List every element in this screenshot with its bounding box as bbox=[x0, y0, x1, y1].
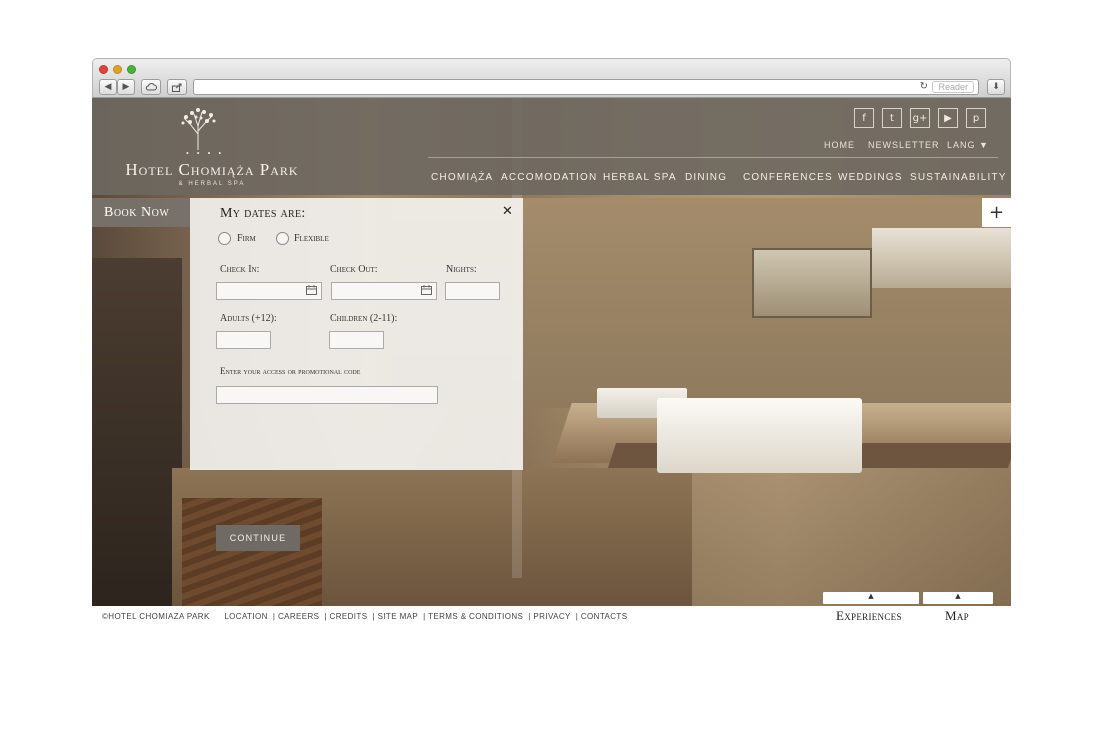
hero-mirror bbox=[752, 248, 872, 318]
page-viewport: • • • • Hotel Chomiąża Park & HERBAL SPA… bbox=[92, 98, 1011, 606]
nights-label: Nights: bbox=[446, 264, 477, 275]
back-button[interactable]: ◀ bbox=[99, 79, 117, 95]
logo-name[interactable]: Hotel Chomiąża Park bbox=[112, 160, 312, 180]
hero-window bbox=[872, 228, 1011, 288]
expand-plus-button[interactable]: + bbox=[982, 198, 1011, 227]
hero-sink-right bbox=[657, 398, 862, 473]
experiences-tab[interactable]: Experiences bbox=[836, 608, 902, 624]
facebook-icon[interactable]: f bbox=[854, 108, 874, 128]
nights-field[interactable] bbox=[445, 282, 500, 300]
map-tab-handle[interactable]: ▲ bbox=[923, 592, 993, 604]
forward-button[interactable]: ▶ bbox=[117, 79, 135, 95]
browser-toolbar: ◀ ▶ ↻ Reader ⬇ bbox=[92, 58, 1011, 98]
footer-link-terms[interactable]: TERMS & CONDITIONS bbox=[428, 612, 523, 621]
radio-flexible[interactable] bbox=[276, 232, 289, 245]
cloud-icon[interactable] bbox=[141, 79, 161, 95]
check-out-label: Check Out: bbox=[330, 264, 378, 275]
logo-dots: • • • • bbox=[186, 149, 225, 158]
promo-label: Enter your access or promotional code bbox=[220, 366, 361, 376]
site-footer: ©HOTEL CHOMIAZA PARK LOCATION | CAREERS | … bbox=[102, 612, 628, 621]
nav-chomiaza[interactable]: CHOMIĄŻA bbox=[431, 172, 493, 183]
close-icon[interactable]: ✕ bbox=[502, 204, 513, 219]
minimize-window-button[interactable] bbox=[113, 65, 122, 74]
footer-copyright: ©HOTEL CHOMIAZA PARK bbox=[102, 612, 210, 621]
book-now-tab[interactable]: Book Now bbox=[92, 198, 190, 227]
calendar-icon[interactable] bbox=[421, 285, 432, 298]
youtube-icon[interactable]: ▶ bbox=[938, 108, 958, 128]
tree-logo-icon bbox=[181, 108, 216, 150]
check-in-field[interactable] bbox=[216, 282, 322, 300]
util-link-home[interactable]: HOME bbox=[824, 140, 855, 150]
hero-wood-floor bbox=[182, 498, 322, 606]
experiences-tab-handle[interactable]: ▲ bbox=[823, 592, 919, 604]
nav-weddings[interactable]: WEDDINGS bbox=[838, 172, 903, 183]
logo-subtitle: & HERBAL SPA bbox=[178, 181, 246, 187]
map-tab[interactable]: Map bbox=[945, 608, 969, 624]
promo-code-field[interactable] bbox=[216, 386, 438, 404]
check-out-field[interactable] bbox=[331, 282, 437, 300]
reload-icon[interactable]: ↻ bbox=[920, 81, 928, 92]
browser-window: ◀ ▶ ↻ Reader ⬇ • • • • Hotel Chomiąża Pa… bbox=[92, 58, 1011, 606]
adults-label: Adults (+12): bbox=[220, 313, 277, 324]
address-bar[interactable]: ↻ Reader bbox=[193, 79, 979, 95]
footer-link-location[interactable]: LOCATION bbox=[224, 612, 268, 621]
footer-link-privacy[interactable]: PRIVACY bbox=[533, 612, 570, 621]
footer-link-sitemap[interactable]: SITE MAP bbox=[378, 612, 419, 621]
nav-conferences[interactable]: CONFERENCES bbox=[743, 172, 833, 183]
calendar-icon[interactable] bbox=[306, 285, 317, 298]
check-in-label: Check In: bbox=[220, 264, 260, 275]
radio-flexible-label: Flexible bbox=[294, 233, 329, 244]
footer-link-credits[interactable]: CREDITS bbox=[330, 612, 368, 621]
booking-panel: My dates are: ✕ Firm Flexible Check In: … bbox=[190, 198, 523, 551]
chevron-up-icon: ▲ bbox=[955, 592, 961, 600]
footer-link-careers[interactable]: CAREERS bbox=[278, 612, 319, 621]
radio-firm[interactable] bbox=[218, 232, 231, 245]
nav-herbal-spa[interactable]: HERBAL SPA bbox=[603, 172, 677, 183]
screenshot-stage: ◀ ▶ ↻ Reader ⬇ • • • • Hotel Chomiąża Pa… bbox=[0, 0, 1100, 730]
nav-sustainability[interactable]: SUSTAINABILITY bbox=[910, 172, 1007, 183]
footer-link-contacts[interactable]: CONTACTS bbox=[581, 612, 628, 621]
twitter-icon[interactable]: t bbox=[882, 108, 902, 128]
google-plus-icon[interactable]: g+ bbox=[910, 108, 930, 128]
util-link-newsletter[interactable]: NEWSLETTER bbox=[868, 140, 940, 150]
nav-dining[interactable]: DINING bbox=[685, 172, 727, 183]
continue-button[interactable]: CONTINUE bbox=[216, 525, 300, 551]
close-window-button[interactable] bbox=[99, 65, 108, 74]
share-icon[interactable] bbox=[167, 79, 187, 95]
zoom-window-button[interactable] bbox=[127, 65, 136, 74]
header-divider bbox=[428, 157, 998, 158]
nav-accomodation[interactable]: ACCOMODATION bbox=[501, 172, 597, 183]
download-icon[interactable]: ⬇ bbox=[987, 79, 1005, 95]
adults-field[interactable] bbox=[216, 331, 271, 349]
children-label: Children (2-11): bbox=[330, 313, 398, 324]
hero-shelf bbox=[92, 258, 182, 606]
radio-firm-label: Firm bbox=[237, 233, 256, 244]
booking-title: My dates are: bbox=[220, 206, 306, 221]
lang-dropdown[interactable]: LANG ▼ bbox=[947, 140, 989, 150]
children-field[interactable] bbox=[329, 331, 384, 349]
chevron-up-icon: ▲ bbox=[868, 592, 874, 600]
reader-button[interactable]: Reader bbox=[932, 81, 974, 93]
pinterest-icon[interactable]: p bbox=[966, 108, 986, 128]
site-header: • • • • Hotel Chomiąża Park & HERBAL SPA… bbox=[92, 98, 1011, 195]
